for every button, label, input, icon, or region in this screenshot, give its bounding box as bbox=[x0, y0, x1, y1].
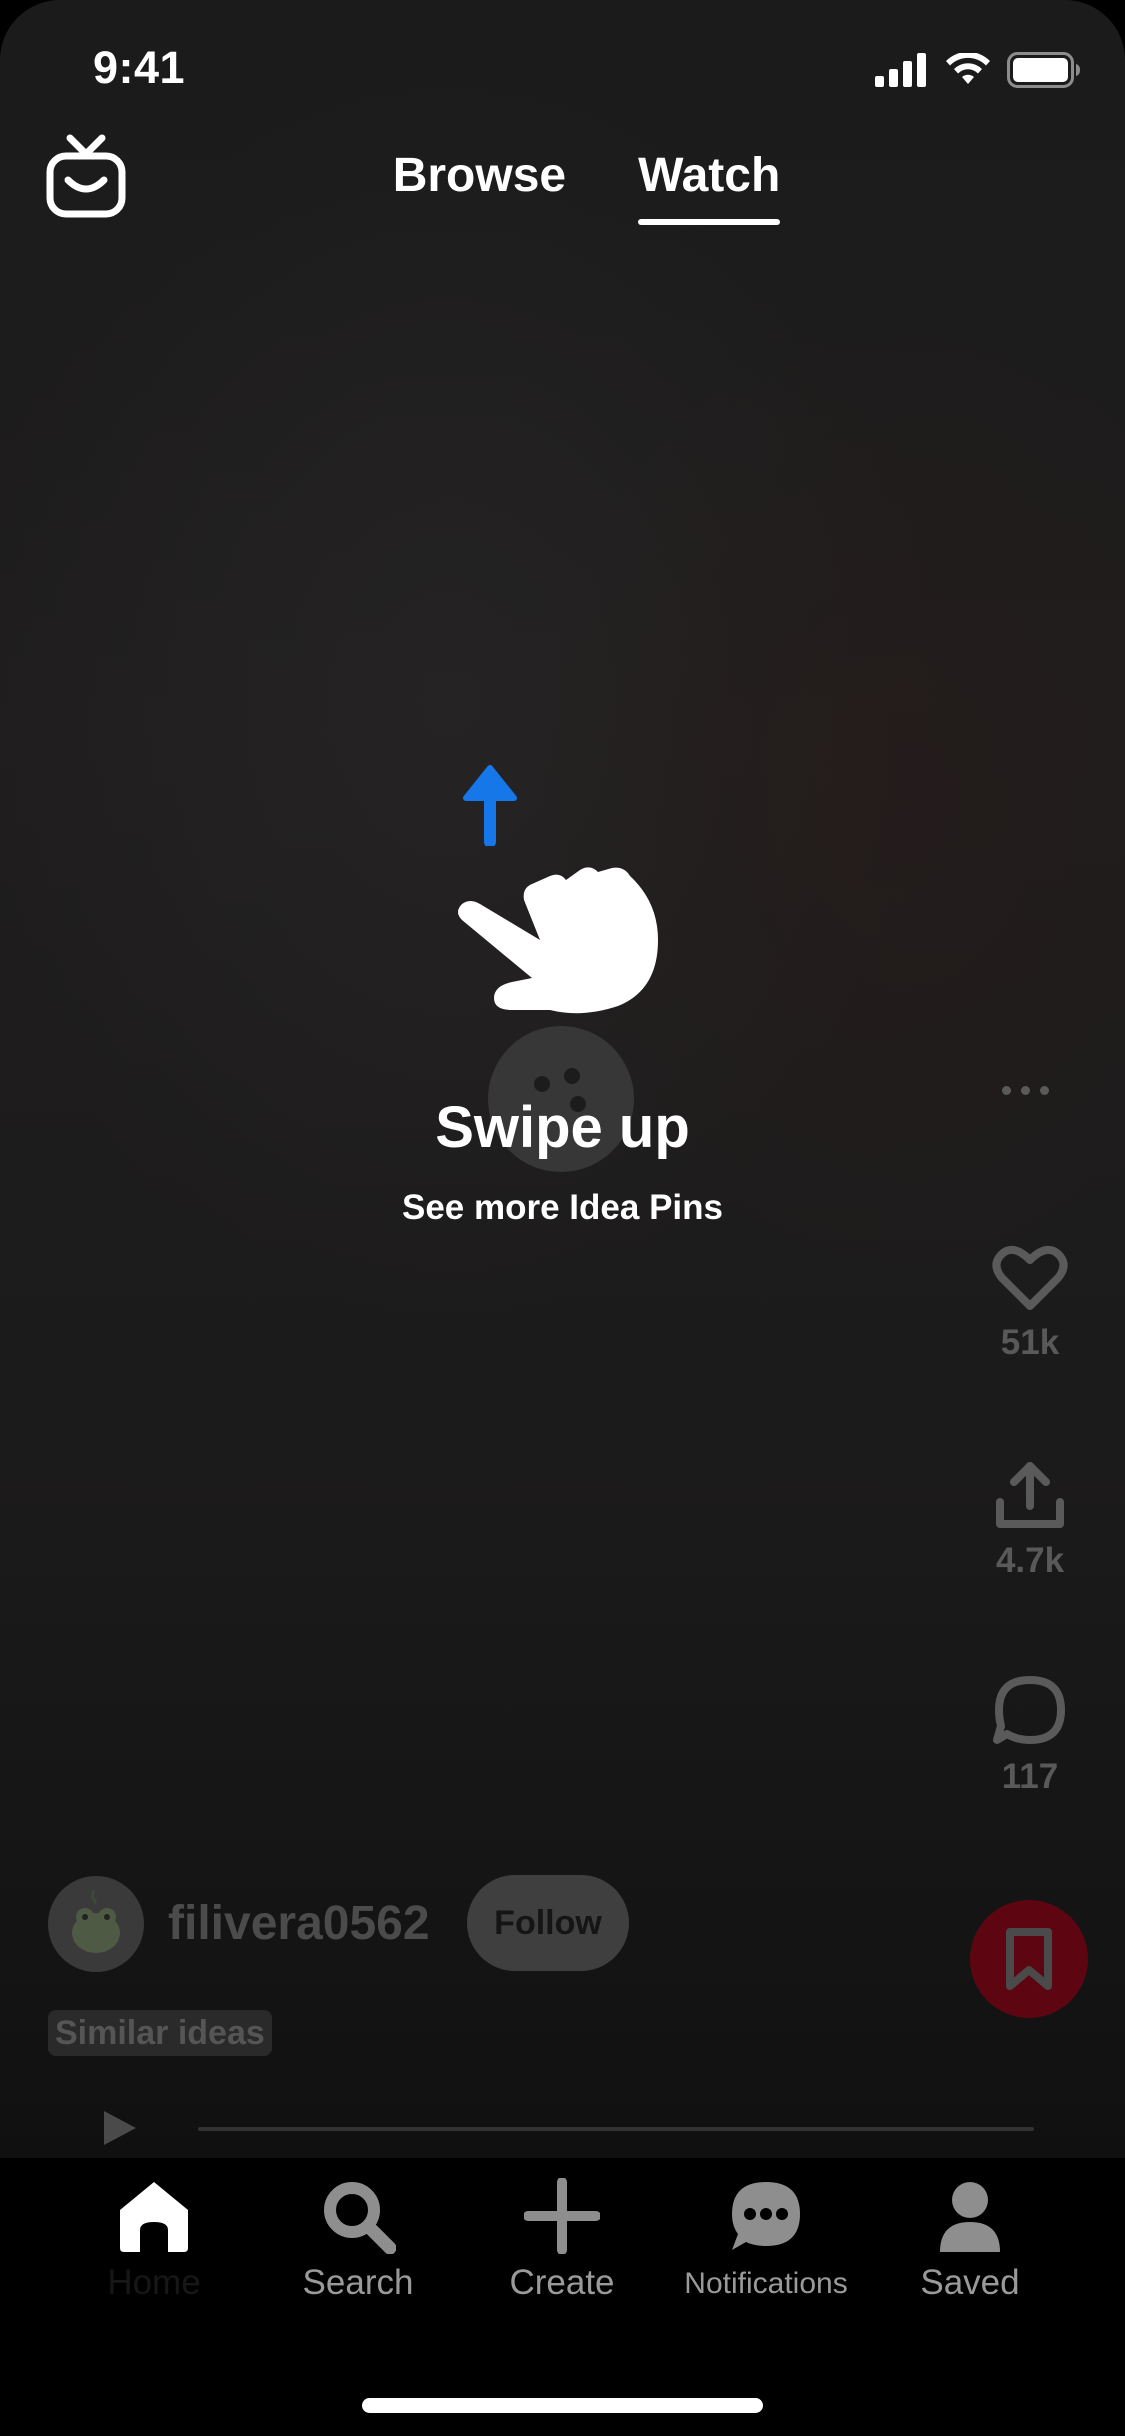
plus-icon bbox=[523, 2177, 601, 2255]
frog-avatar-icon bbox=[72, 1889, 120, 1953]
status-time: 9:41 bbox=[93, 42, 186, 93]
tab-watch[interactable]: Watch bbox=[638, 148, 781, 225]
video-progress-bar[interactable] bbox=[198, 2127, 1034, 2131]
comment-action[interactable]: 117 bbox=[960, 1674, 1100, 1797]
like-action[interactable]: 51k bbox=[960, 1244, 1100, 1363]
home-indicator bbox=[362, 2398, 763, 2413]
nav-saved-label: Saved bbox=[920, 2263, 1020, 2302]
nav-notifications-label: Notifications bbox=[684, 2267, 848, 2300]
save-button[interactable] bbox=[970, 1900, 1088, 2018]
nav-search-label: Search bbox=[302, 2263, 414, 2302]
search-icon bbox=[324, 2182, 397, 2255]
swipe-title: Swipe up bbox=[435, 1095, 690, 1160]
nav-home-label: Home bbox=[107, 2263, 201, 2302]
top-tabs: Browse Watch bbox=[0, 148, 1125, 225]
home-icon bbox=[120, 2182, 188, 2252]
share-action[interactable]: 4.7k bbox=[960, 1458, 1100, 1581]
bookmark-icon bbox=[1006, 1928, 1052, 1990]
arrow-up-icon bbox=[463, 765, 517, 846]
comment-icon bbox=[993, 1676, 1065, 1744]
wifi-icon bbox=[946, 53, 990, 84]
signal-icon bbox=[875, 53, 926, 87]
share-count: 4.7k bbox=[995, 1541, 1065, 1580]
person-icon bbox=[940, 2182, 1000, 2252]
swipe-subtitle: See more Idea Pins bbox=[402, 1188, 723, 1227]
nav-notifications[interactable]: Notifications bbox=[676, 2178, 856, 2301]
comment-count: 117 bbox=[1001, 1757, 1059, 1796]
follow-button[interactable]: Follow bbox=[467, 1875, 629, 1971]
creator-avatar[interactable] bbox=[48, 1876, 144, 1972]
watch-screen: 9:41 Browse Watch Swipe up See more Idea… bbox=[0, 0, 1125, 2436]
status-icons bbox=[875, 52, 1081, 88]
like-count: 51k bbox=[1000, 1323, 1060, 1362]
nav-create[interactable]: Create bbox=[472, 2177, 652, 2303]
bottom-nav: Home Search Create Notifications Saved bbox=[0, 2158, 1125, 2436]
chat-bubble-icon bbox=[732, 2182, 800, 2250]
share-icon bbox=[996, 1462, 1064, 1528]
nav-saved[interactable]: Saved bbox=[880, 2178, 1060, 2303]
heart-icon bbox=[992, 1246, 1068, 1310]
pointing-hand-icon bbox=[458, 867, 658, 1014]
similar-ideas-chip[interactable]: Similar ideas bbox=[48, 2010, 272, 2056]
nav-create-label: Create bbox=[509, 2263, 615, 2302]
creator-username[interactable]: filivera0562 bbox=[168, 1896, 430, 1951]
nav-home[interactable]: Home bbox=[64, 2178, 244, 2303]
nav-search[interactable]: Search bbox=[268, 2178, 448, 2303]
play-icon[interactable] bbox=[100, 2108, 140, 2148]
battery-icon bbox=[1007, 52, 1080, 88]
more-dots-icon[interactable] bbox=[1002, 1086, 1049, 1095]
tab-browse[interactable]: Browse bbox=[393, 148, 566, 225]
